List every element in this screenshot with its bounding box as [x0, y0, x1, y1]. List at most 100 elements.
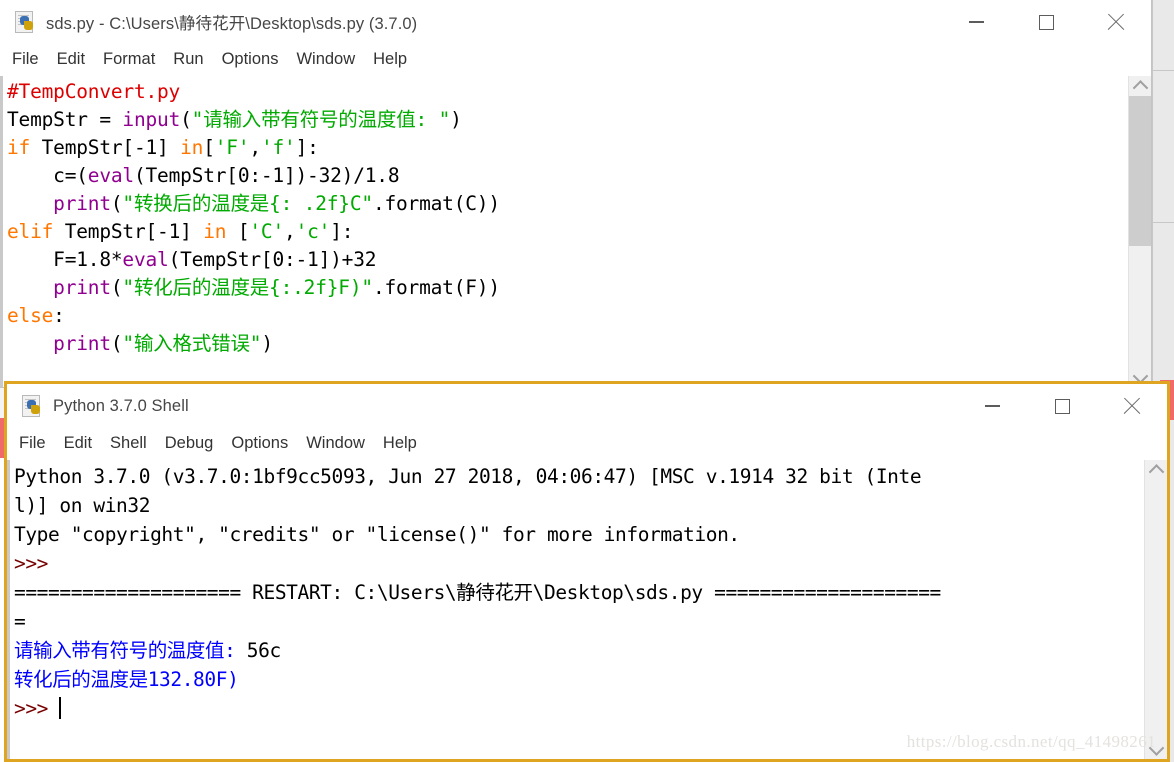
shell-menu-file[interactable]: File: [19, 435, 46, 452]
text-caret: [59, 697, 62, 719]
close-button[interactable]: [1081, 0, 1151, 44]
shell-menu-edit[interactable]: Edit: [64, 435, 92, 452]
background-window-divider: [1152, 70, 1174, 71]
shell-output-line: Type "copyright", "credits" or "license(…: [14, 520, 1145, 549]
editor-code-token: print: [53, 192, 111, 215]
editor-code-token: (TempStr[0:-1])-32)/1.8: [133, 164, 400, 187]
shell-titlebar[interactable]: Python 3.7.0 Shell: [7, 384, 1167, 428]
minimize-button[interactable]: [941, 0, 1011, 44]
minimize-icon: [968, 21, 984, 23]
maximize-icon: [1038, 14, 1054, 30]
editor-menu-format[interactable]: Format: [103, 51, 155, 68]
editor-code-token: ]:: [330, 220, 354, 243]
editor-code-token: ): [450, 108, 462, 131]
close-icon: [1123, 397, 1141, 415]
editor-code-token: input: [122, 108, 181, 131]
shell-output-token: 转化后的温度是132.80F): [14, 668, 239, 691]
editor-code-line: print("转换后的温度是{: .2f}C".format(C)): [7, 190, 1129, 218]
editor-menu-edit[interactable]: Edit: [57, 51, 85, 68]
shell-output-line: >>>: [14, 694, 1145, 723]
editor-code-token: c=(: [7, 164, 88, 187]
minimize-button[interactable]: [957, 384, 1027, 428]
editor-code-token: if: [7, 136, 31, 159]
editor-code-token: in: [203, 220, 227, 243]
editor-text-area[interactable]: #TempConvert.py TempStr = input("请输入带有符号的…: [0, 76, 1151, 387]
editor-code-token: ]:: [295, 136, 319, 159]
shell-output-token: >>>: [14, 552, 49, 575]
shell-window-buttons[interactable]: [957, 384, 1167, 428]
editor-code-token: eval: [87, 164, 134, 187]
shell-text-area[interactable]: Python 3.7.0 (v3.7.0:1bf9cc5093, Jun 27 …: [7, 460, 1167, 759]
editor-code-token: F=1.8*: [7, 248, 123, 271]
editor-code-line: if TempStr[-1] in['F','f']:: [7, 134, 1129, 162]
editor-code-token: in: [180, 136, 204, 159]
shell-output-token: Python 3.7.0 (v3.7.0:1bf9cc5093, Jun 27 …: [14, 465, 922, 488]
editor-window-buttons[interactable]: [941, 0, 1151, 44]
shell-output-line: 请输入带有符号的温度值: 56c: [14, 636, 1145, 665]
shell-menu-help[interactable]: Help: [383, 435, 417, 452]
editor-code-token: print: [53, 332, 111, 355]
editor-code-token: print: [53, 276, 111, 299]
editor-code-token: (: [110, 332, 123, 355]
editor-code-token: :: [53, 304, 65, 327]
editor-scroll-thumb[interactable]: [1129, 96, 1151, 246]
maximize-button[interactable]: [1027, 384, 1097, 428]
editor-code-token: .format(C)): [372, 192, 500, 215]
editor-code-token: "请输入带有符号的温度值: ": [191, 108, 451, 131]
editor-code-line: c=(eval(TempStr[0:-1])-32)/1.8: [7, 162, 1129, 190]
shell-output-token: 56c: [246, 639, 281, 662]
editor-code-token: 'f': [260, 136, 296, 159]
editor-code-token: (: [180, 108, 192, 131]
editor-menu-options[interactable]: Options: [222, 51, 279, 68]
editor-code-line: #TempConvert.py: [7, 78, 1129, 106]
editor-code-token: eval: [122, 248, 169, 271]
shell-output-line: ==================== RESTART: C:\Users\静…: [14, 578, 1145, 607]
shell-menu-shell[interactable]: Shell: [110, 435, 147, 452]
editor-code-token: else: [7, 304, 54, 327]
editor-code-token: 'F': [214, 136, 250, 159]
shell-output-token: ==================== RESTART: C:\Users\静…: [14, 581, 941, 604]
close-icon: [1107, 13, 1125, 31]
shell-title-text: Python 3.7.0 Shell: [53, 396, 189, 415]
shell-output-token: l)] on win32: [14, 494, 151, 517]
shell-menu-options[interactable]: Options: [231, 435, 288, 452]
editor-code-token: [7, 332, 53, 355]
shell-menu-debug[interactable]: Debug: [165, 435, 214, 452]
editor-titlebar[interactable]: sds.py - C:\Users\静待花开\Desktop\sds.py (3…: [0, 0, 1151, 44]
python-file-icon: [14, 11, 36, 33]
editor-code-token: [7, 192, 53, 215]
editor-code-token: TempStr[-1]: [53, 220, 204, 243]
editor-code-token: "输入格式错误": [122, 332, 262, 355]
editor-vertical-scrollbar[interactable]: [1128, 76, 1151, 387]
shell-menubar[interactable]: File Edit Shell Debug Options Window Help: [7, 428, 1167, 458]
maximize-button[interactable]: [1011, 0, 1081, 44]
editor-code-line: print("输入格式错误"): [7, 330, 1129, 358]
editor-menu-help[interactable]: Help: [373, 51, 407, 68]
scroll-up-arrow-icon[interactable]: [1129, 76, 1151, 96]
shell-output-token: Type "copyright", "credits" or "license(…: [14, 523, 740, 546]
python-file-icon: [21, 395, 43, 417]
shell-output-line: l)] on win32: [14, 491, 1145, 520]
editor-code-token: 'C': [249, 220, 285, 243]
idle-editor-window[interactable]: sds.py - C:\Users\静待花开\Desktop\sds.py (3…: [0, 0, 1152, 388]
editor-menu-window[interactable]: Window: [296, 51, 355, 68]
shell-output-line: 转化后的温度是132.80F): [14, 665, 1145, 694]
editor-code-token: (: [110, 192, 123, 215]
editor-menu-file[interactable]: File: [12, 51, 39, 68]
editor-code-token: elif: [7, 220, 54, 243]
scroll-up-arrow-icon[interactable]: [1145, 460, 1167, 480]
editor-code-token: #TempConvert.py: [7, 80, 181, 103]
editor-menubar[interactable]: File Edit Format Run Options Window Help: [0, 44, 1151, 74]
minimize-icon: [984, 405, 1000, 407]
editor-code-content[interactable]: #TempConvert.py TempStr = input("请输入带有符号的…: [0, 76, 1129, 387]
shell-menu-window[interactable]: Window: [306, 435, 365, 452]
editor-code-token: "转化后的温度是{:.2f}F)": [122, 276, 373, 299]
close-button[interactable]: [1097, 384, 1167, 428]
python-shell-window[interactable]: Python 3.7.0 Shell File Edit Shell Debug Opt…: [4, 381, 1170, 762]
shell-output-content[interactable]: Python 3.7.0 (v3.7.0:1bf9cc5093, Jun 27 …: [7, 460, 1145, 759]
editor-menu-run[interactable]: Run: [173, 51, 203, 68]
editor-code-token: ,: [284, 220, 296, 243]
shell-vertical-scrollbar[interactable]: [1144, 460, 1167, 759]
editor-code-token: TempStr =: [7, 108, 123, 131]
editor-code-line: elif TempStr[-1] in ['C','c']:: [7, 218, 1129, 246]
